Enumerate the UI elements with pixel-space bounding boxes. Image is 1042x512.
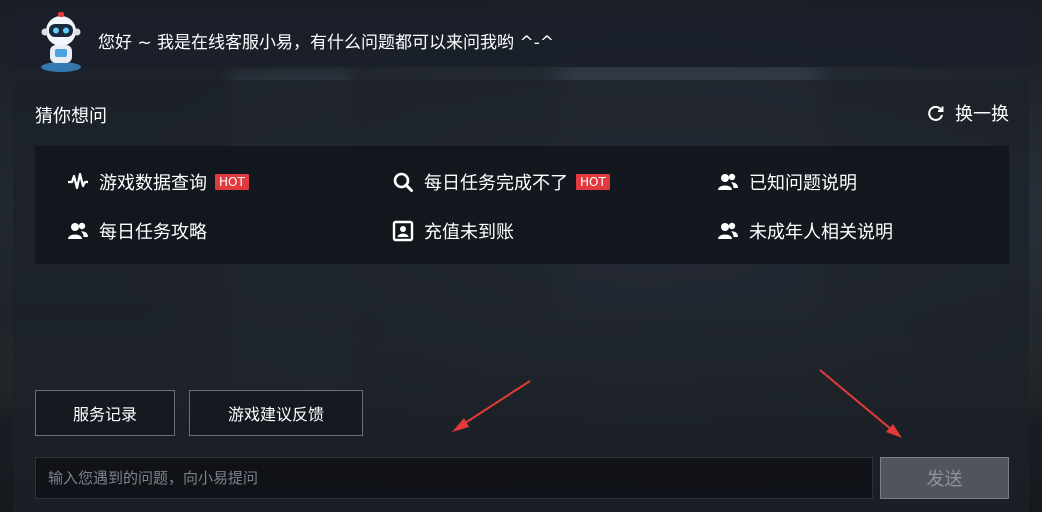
greeting-header: 您好 ~ 我是在线客服小易，有什么问题都可以来问我哟 ^-^ <box>13 11 1029 72</box>
hot-badge: HOT <box>576 174 610 190</box>
robot-avatar <box>33 11 89 73</box>
question-label: 每日任务完成不了 <box>424 173 568 194</box>
portrait-icon <box>392 220 414 242</box>
feedback-button[interactable]: 游戏建议反馈 <box>189 390 363 436</box>
guess-title: 猜你想问 <box>35 106 107 127</box>
users-icon <box>717 171 739 193</box>
question-item-recharge[interactable]: 充值未到账 <box>392 216 514 246</box>
refresh-label: 换一换 <box>955 104 1009 125</box>
pulse-icon <box>67 171 89 193</box>
users-icon <box>67 220 89 242</box>
users-icon <box>717 220 739 242</box>
question-label: 充值未到账 <box>424 222 514 243</box>
question-label: 已知问题说明 <box>749 173 857 194</box>
hot-badge: HOT <box>215 174 249 190</box>
refresh-button[interactable]: 换一换 <box>927 100 1009 126</box>
question-label: 每日任务攻略 <box>99 222 207 243</box>
question-item-minor-info[interactable]: 未成年人相关说明 <box>717 216 893 246</box>
send-button[interactable]: 发送 <box>880 457 1009 499</box>
greeting-text: 您好 ~ 我是在线客服小易，有什么问题都可以来问我哟 ^-^ <box>98 33 555 53</box>
question-item-known-issues[interactable]: 已知问题说明 <box>717 167 857 197</box>
question-item-daily-task-guide[interactable]: 每日任务攻略 <box>67 216 207 246</box>
question-input[interactable] <box>35 457 873 499</box>
search-icon <box>392 171 414 193</box>
question-label: 游戏数据查询 <box>99 173 207 194</box>
question-item-game-data[interactable]: 游戏数据查询 HOT <box>67 167 249 197</box>
refresh-icon <box>928 105 944 121</box>
service-record-button[interactable]: 服务记录 <box>35 390 175 436</box>
question-item-daily-task-fail[interactable]: 每日任务完成不了 HOT <box>392 167 610 197</box>
suggested-questions: 游戏数据查询 HOT 每日任务完成不了 HOT 已知问题说明 每日任务攻略 充值… <box>35 146 1009 264</box>
question-label: 未成年人相关说明 <box>749 222 893 243</box>
faq-panel: 猜你想问 换一换 游戏数据查询 HOT 每日任务完成不了 HOT 已知问题说明 … <box>13 80 1029 512</box>
